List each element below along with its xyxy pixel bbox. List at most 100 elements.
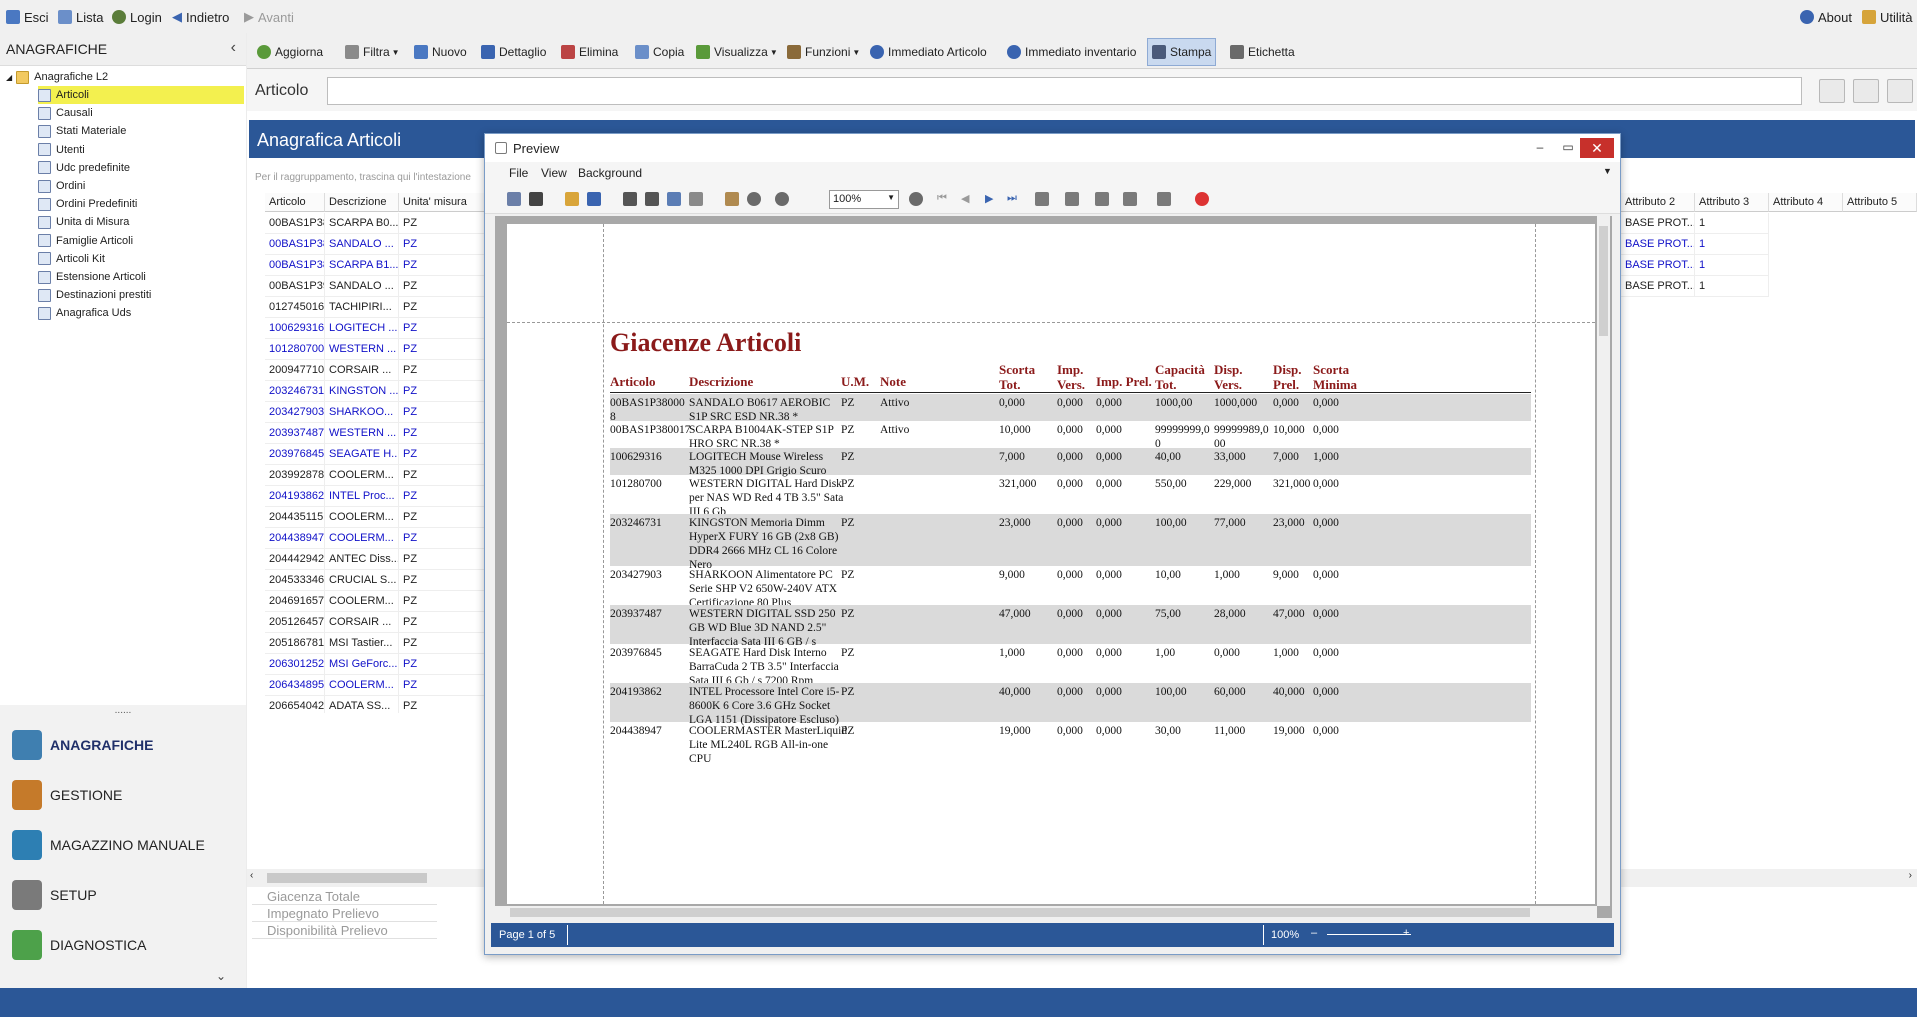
grid-cell-um[interactable]: PZ: [399, 381, 489, 402]
tree-item[interactable]: Ordini Predefiniti: [38, 195, 137, 213]
grid-cell-um[interactable]: PZ: [399, 486, 489, 507]
grid-cell-um[interactable]: PZ: [399, 675, 489, 696]
zoom-select[interactable]: 100% ▼: [829, 190, 899, 209]
scroll-thumb[interactable]: [1599, 226, 1608, 336]
section-nav-item[interactable]: MAGAZZINO MANUALE: [12, 825, 205, 865]
grid-cell-articolo[interactable]: 204193862: [265, 486, 325, 507]
tree-item[interactable]: Articoli: [38, 86, 244, 104]
collapse-chevron-icon[interactable]: ‹: [231, 39, 236, 57]
grid-cell-articolo[interactable]: 204438947: [265, 528, 325, 549]
scroll-right-icon[interactable]: ›: [1909, 870, 1912, 881]
grid-cell-descrizione[interactable]: LOGITECH ...: [325, 318, 399, 339]
maximize-icon[interactable]: ▭: [1557, 140, 1579, 156]
grid-cell-descrizione[interactable]: INTEL Proc...: [325, 486, 399, 507]
grid-cell-descrizione[interactable]: COOLERM...: [325, 591, 399, 612]
copia-button[interactable]: Copia: [633, 42, 686, 62]
grid-cell-articolo[interactable]: 00BAS1P38...: [265, 213, 325, 234]
grid-cell-articolo[interactable]: 206301252: [265, 654, 325, 675]
grid-cell-descrizione[interactable]: COOLERM...: [325, 675, 399, 696]
send-email-icon[interactable]: [1157, 192, 1171, 206]
scroll-thumb[interactable]: [510, 908, 1530, 917]
grid-cell-descrizione[interactable]: SHARKOO...: [325, 402, 399, 423]
multiple-pages-icon[interactable]: [1035, 192, 1049, 206]
grid-cell-descrizione[interactable]: COOLERM...: [325, 528, 399, 549]
grid-cell-descrizione[interactable]: CRUCIAL S...: [325, 570, 399, 591]
utilita-button[interactable]: Utilità: [1862, 8, 1913, 26]
quick-print-icon[interactable]: [645, 192, 659, 206]
grid-cell-descrizione[interactable]: COOLERM...: [325, 507, 399, 528]
grid-cell-articolo[interactable]: 00BAS1P39...: [265, 276, 325, 297]
grid-cell-articolo[interactable]: 00BAS1P38...: [265, 234, 325, 255]
grid-cell-descrizione[interactable]: MSI Tastier...: [325, 633, 399, 654]
filter-button-icon[interactable]: [1819, 79, 1845, 103]
grid-cell-articolo[interactable]: 200947710: [265, 360, 325, 381]
page-setup-icon[interactable]: [667, 192, 681, 206]
grid-cell-attributo-3[interactable]: 1: [1695, 255, 1769, 276]
menu-chevron-icon[interactable]: ▼: [1603, 166, 1612, 176]
grid-cell-um[interactable]: PZ: [399, 339, 489, 360]
esci-button[interactable]: Esci: [6, 8, 49, 26]
grid-cell-descrizione[interactable]: SEAGATE H...: [325, 444, 399, 465]
zoom-in-small-icon[interactable]: +: [1403, 927, 1409, 939]
preview-title-bar[interactable]: Preview – ▭ ✕: [485, 134, 1620, 162]
tree-item[interactable]: Estensione Articoli: [38, 268, 146, 286]
articolo-search-input[interactable]: [327, 77, 1802, 105]
grid-cell-articolo[interactable]: 203992878: [265, 465, 325, 486]
grid-cell-attributo-3[interactable]: 1: [1695, 276, 1769, 297]
grid-cell-attributo-3[interactable]: 1: [1695, 213, 1769, 234]
more-chevron-icon[interactable]: ⌄: [216, 969, 226, 983]
grid-cell-descrizione[interactable]: SANDALO ...: [325, 234, 399, 255]
grid-cell-articolo[interactable]: 205126457: [265, 612, 325, 633]
grid-cell-um[interactable]: PZ: [399, 360, 489, 381]
grid-cell-descrizione[interactable]: KINGSTON ...: [325, 381, 399, 402]
grid-cell-um[interactable]: PZ: [399, 549, 489, 570]
grid-cell-descrizione[interactable]: CORSAIR ...: [325, 612, 399, 633]
immediato-inventario-button[interactable]: Immediato inventario: [1005, 42, 1138, 62]
column-header-attributo-5[interactable]: Attributo 5: [1843, 193, 1917, 212]
grid-cell-um[interactable]: PZ: [399, 255, 489, 276]
aggiorna-button[interactable]: Aggiorna: [255, 42, 325, 62]
dettaglio-button[interactable]: Dettaglio: [479, 42, 548, 62]
open-folder-icon[interactable]: [565, 192, 579, 206]
scroll-thumb[interactable]: [267, 873, 427, 883]
preview-horizontal-scrollbar[interactable]: [495, 906, 1597, 919]
grid-cell-articolo[interactable]: 204533346: [265, 570, 325, 591]
zoom-dropdown-icon[interactable]: ▼: [887, 193, 895, 202]
stampa-button[interactable]: Stampa: [1147, 38, 1217, 66]
zoom-in-icon[interactable]: [909, 192, 923, 206]
grid-cell-articolo[interactable]: 206654042: [265, 696, 325, 713]
avanti-button[interactable]: ▶ Avanti: [244, 8, 294, 26]
grid-cell-articolo[interactable]: 100629316: [265, 318, 325, 339]
column-header-attributo-2[interactable]: Attributo 2: [1621, 193, 1695, 212]
grid-cell-um[interactable]: PZ: [399, 402, 489, 423]
grid-cell-descrizione[interactable]: SANDALO ...: [325, 276, 399, 297]
previous-page-icon[interactable]: ◀: [961, 192, 969, 205]
tree-item[interactable]: Causali: [38, 104, 93, 122]
grid-cell-descrizione[interactable]: CORSAIR ...: [325, 360, 399, 381]
hand-tool-icon[interactable]: [725, 192, 739, 206]
first-page-icon[interactable]: ⏮: [937, 192, 947, 205]
login-button[interactable]: Login: [112, 8, 162, 26]
grid-cell-articolo[interactable]: 203246731: [265, 381, 325, 402]
close-preview-icon[interactable]: [1195, 192, 1209, 206]
export-icon[interactable]: [1123, 192, 1137, 206]
magnifier-icon[interactable]: [747, 192, 761, 206]
section-nav-item[interactable]: SETUP: [12, 875, 97, 915]
grid-cell-um[interactable]: PZ: [399, 612, 489, 633]
grid-cell-descrizione[interactable]: SCARPA B0...: [325, 213, 399, 234]
scroll-left-icon[interactable]: ‹: [250, 870, 253, 881]
nuovo-button[interactable]: Nuovo: [412, 42, 469, 62]
immediato-articolo-button[interactable]: Immediato Articolo: [868, 42, 989, 62]
grid-cell-articolo[interactable]: 012745016: [265, 297, 325, 318]
grid-cell-descrizione[interactable]: TACHIPIRI...: [325, 297, 399, 318]
close-icon[interactable]: ✕: [1580, 138, 1614, 158]
grid-cell-articolo[interactable]: 00BAS1P38...: [265, 255, 325, 276]
zoom-out-icon[interactable]: [775, 192, 789, 206]
scale-icon[interactable]: [689, 192, 703, 206]
grid-cell-um[interactable]: PZ: [399, 297, 489, 318]
next-page-icon[interactable]: ▶: [985, 192, 993, 205]
menu-view[interactable]: View: [541, 166, 567, 180]
section-nav-item[interactable]: ANAGRAFICHE: [12, 725, 153, 765]
grid-cell-attributo-2[interactable]: BASE PROT...: [1621, 255, 1695, 276]
save-icon[interactable]: [587, 192, 601, 206]
